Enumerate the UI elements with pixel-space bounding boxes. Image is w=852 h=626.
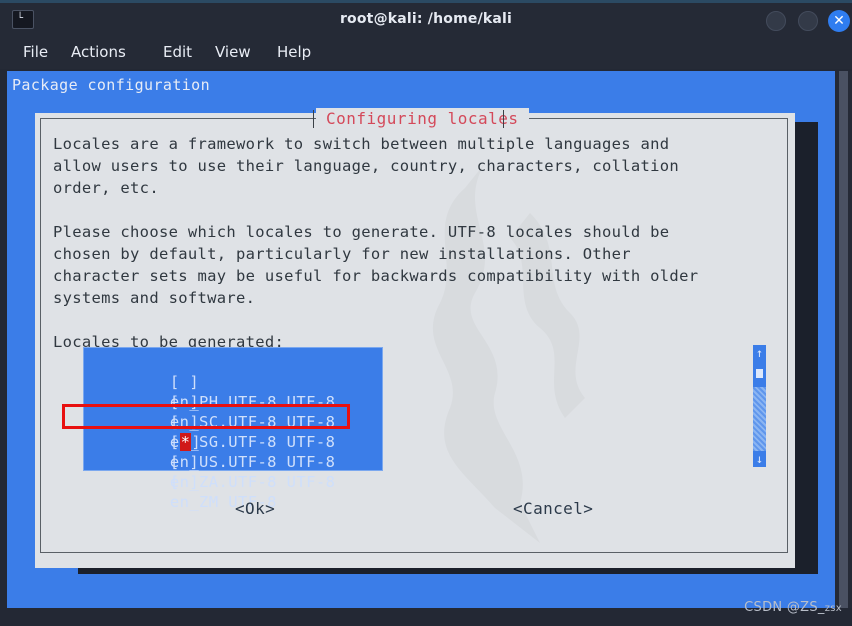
- watermark-prefix: CSDN @ZS_: [744, 600, 825, 615]
- watermark: CSDN @ZS_zsx: [744, 600, 842, 615]
- list-item[interactable]: [ ] en_ZA.UTF-8 UTF-8: [92, 432, 335, 491]
- terminal-scrollbar[interactable]: [839, 71, 848, 608]
- scrollbar-thumb[interactable]: [753, 361, 766, 387]
- scroll-down-arrow-icon[interactable]: ↓: [753, 451, 766, 467]
- cancel-button[interactable]: <Cancel>: [513, 499, 593, 518]
- list-item-mark: [180, 473, 190, 491]
- menu-item-actions[interactable]: Actions: [66, 41, 131, 63]
- dialog-text-line-6: character sets may be useful for backwar…: [53, 267, 699, 285]
- maximize-button[interactable]: [798, 11, 818, 31]
- menu-item-file[interactable]: File: [18, 41, 53, 63]
- title-notch-tick-right: [503, 110, 504, 128]
- dialog-text-line-1: Locales are a framework to switch betwee…: [53, 135, 670, 153]
- dialog-text-line-4: Please choose which locales to generate.…: [53, 223, 670, 241]
- close-icon[interactable]: ✕: [828, 10, 850, 32]
- dialog-text-line-7: systems and software.: [53, 289, 256, 307]
- dialog-text-line-5: chosen by default, particularly for new …: [53, 245, 631, 263]
- titlebar[interactable]: └ root@kali: /home/kali ✕: [0, 3, 852, 36]
- list-item-checkbox[interactable]: [ ]: [170, 473, 199, 491]
- list-item[interactable]: [ ] en_PH.UTF-8 UTF-8: [92, 352, 335, 411]
- watermark-suffix: zsx: [824, 603, 842, 614]
- terminal-window: └ root@kali: /home/kali ✕ File Actions E…: [0, 0, 852, 626]
- list-item[interactable]: [ ] en_SG.UTF-8 UTF-8: [92, 392, 335, 451]
- menu-item-help[interactable]: Help: [272, 41, 316, 63]
- configuring-locales-dialog: Configuring locales Locales are a framew…: [35, 108, 795, 568]
- list-item-selected[interactable]: [*] en_US.UTF-8 UTF-8: [92, 412, 335, 471]
- menubar: File Actions Edit View Help: [0, 36, 852, 69]
- title-notch-tick-left: [313, 110, 314, 128]
- scroll-up-arrow-icon[interactable]: ↑: [753, 345, 766, 361]
- locales-list-scrollbar[interactable]: ↑ ↓: [753, 345, 766, 467]
- locales-listbox[interactable]: [ ] en_PH.UTF-8 UTF-8 [ ] en_SC.UTF-8 UT…: [83, 347, 383, 511]
- ok-button[interactable]: <Ok>: [235, 499, 275, 518]
- menu-item-view[interactable]: View: [210, 41, 256, 63]
- dialog-title: Configuring locales: [316, 108, 529, 130]
- window-title: root@kali: /home/kali: [339, 11, 513, 27]
- package-configuration-header: Package configuration: [12, 76, 211, 94]
- menu-item-edit[interactable]: Edit: [158, 41, 197, 63]
- dialog-text-line-3: order, etc.: [53, 179, 159, 197]
- minimize-button[interactable]: [766, 11, 786, 31]
- scrollbar-thumb-mark: [756, 369, 763, 378]
- list-item[interactable]: [ ] en_ZM UTF-8: [92, 452, 277, 511]
- dialog-text-line-2: allow users to use their language, count…: [53, 157, 680, 175]
- list-item[interactable]: [ ] en_SC.UTF-8 UTF-8: [92, 372, 335, 431]
